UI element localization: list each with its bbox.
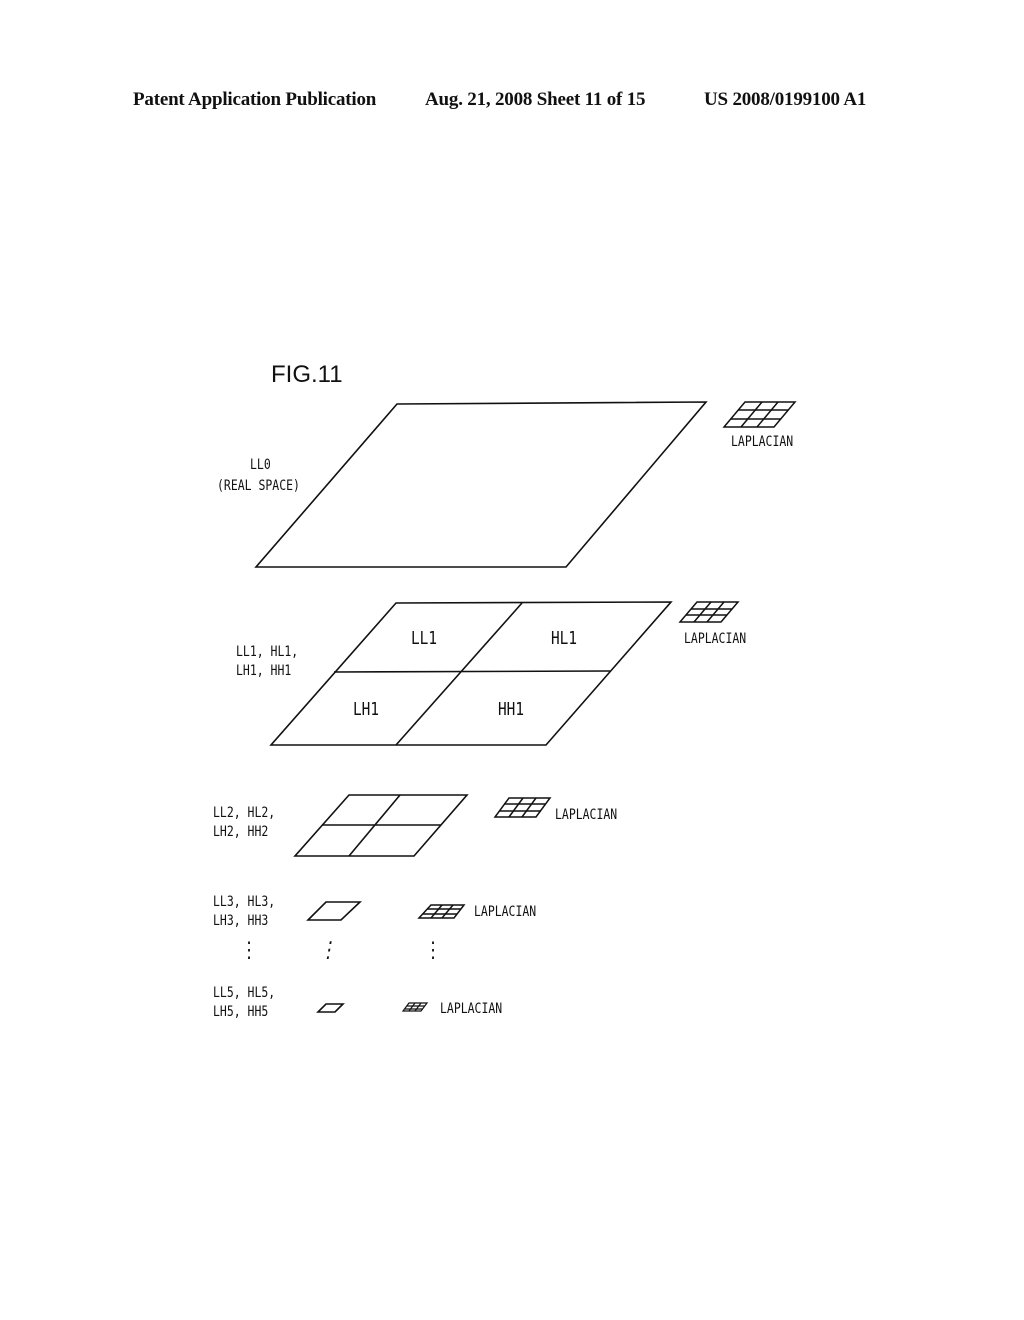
pyramid-diagram [254, 401, 797, 1013]
level-0-plane [254, 401, 708, 568]
level-1-plane [269, 601, 673, 746]
level-1-horizontal-divider [333, 670, 611, 673]
level-5-plane [316, 1003, 345, 1013]
level-0-laplacian-grid-icon [722, 401, 797, 428]
level-1-vertical-divider [395, 602, 523, 746]
level-5-laplacian-grid-icon [401, 1002, 429, 1012]
level-3-plane [306, 901, 363, 921]
level-3-laplacian-grid-icon [417, 904, 466, 919]
level-1-laplacian-grid-icon [678, 601, 740, 623]
level-2-laplacian-grid-icon [493, 797, 552, 818]
